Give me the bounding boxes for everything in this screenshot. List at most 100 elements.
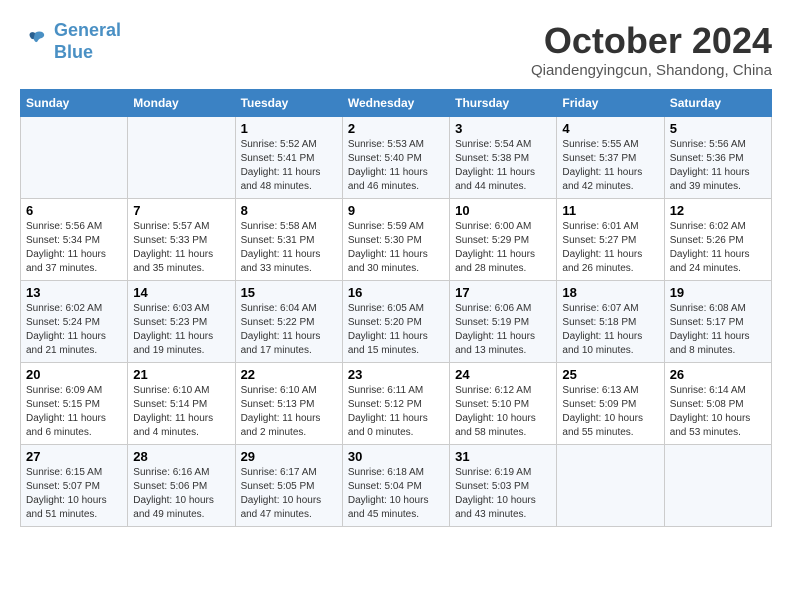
calendar-cell: 19Sunrise: 6:08 AM Sunset: 5:17 PM Dayli…	[664, 281, 771, 363]
calendar-cell: 25 Sunrise: 6:13 AM Sunset: 5:09 PM Dayli…	[557, 363, 664, 445]
calendar-cell: 30 Sunrise: 6:18 AM Sunset: 5:04 PM Dayli…	[342, 445, 449, 527]
day-number: 7	[133, 203, 229, 218]
weekday-header-wednesday: Wednesday	[342, 90, 449, 117]
day-info: Sunrise: 5:56 AM Sunset: 5:36 PM Dayligh…	[670, 138, 766, 194]
day-info: Sunrise: 6:18 AM Sunset: 5:04 PM Dayligh…	[348, 466, 444, 522]
page-header: General Blue October 2024 Qiandengyingcu…	[20, 20, 772, 79]
weekday-header-monday: Monday	[128, 90, 235, 117]
weekday-header-tuesday: Tuesday	[235, 90, 342, 117]
day-number: 19	[670, 285, 766, 300]
calendar-cell	[664, 445, 771, 527]
day-info: Sunrise: 6:01 AM Sunset: 5:27 PM Dayligh…	[562, 220, 658, 276]
day-number: 20	[26, 367, 122, 382]
day-info: Sunrise: 6:02 AM Sunset: 5:24 PM Dayligh…	[26, 302, 122, 358]
day-number: 11	[562, 203, 658, 218]
day-number: 16	[348, 285, 444, 300]
calendar-cell: 8 Sunrise: 5:58 AM Sunset: 5:31 PM Daylig…	[235, 199, 342, 281]
day-number: 21	[133, 367, 229, 382]
calendar-cell	[21, 117, 128, 199]
calendar-cell: 12Sunrise: 6:02 AM Sunset: 5:26 PM Dayli…	[664, 199, 771, 281]
week-row-5: 27 Sunrise: 6:15 AM Sunset: 5:07 PM Dayli…	[21, 445, 772, 527]
calendar-cell: 11 Sunrise: 6:01 AM Sunset: 5:27 PM Dayli…	[557, 199, 664, 281]
calendar-cell: 13Sunrise: 6:02 AM Sunset: 5:24 PM Dayli…	[21, 281, 128, 363]
day-info: Sunrise: 6:09 AM Sunset: 5:15 PM Dayligh…	[26, 384, 122, 440]
logo-line2: Blue	[54, 42, 121, 64]
day-info: Sunrise: 6:10 AM Sunset: 5:14 PM Dayligh…	[133, 384, 229, 440]
weekday-header-thursday: Thursday	[450, 90, 557, 117]
day-number: 6	[26, 203, 122, 218]
calendar-cell: 27 Sunrise: 6:15 AM Sunset: 5:07 PM Dayli…	[21, 445, 128, 527]
location: Qiandengyingcun, Shandong, China	[531, 62, 772, 79]
calendar-cell: 21 Sunrise: 6:10 AM Sunset: 5:14 PM Dayli…	[128, 363, 235, 445]
day-info: Sunrise: 6:10 AM Sunset: 5:13 PM Dayligh…	[241, 384, 337, 440]
calendar-cell: 18Sunrise: 6:07 AM Sunset: 5:18 PM Dayli…	[557, 281, 664, 363]
week-row-2: 6 Sunrise: 5:56 AM Sunset: 5:34 PM Daylig…	[21, 199, 772, 281]
week-row-1: 1 Sunrise: 5:52 AM Sunset: 5:41 PM Daylig…	[21, 117, 772, 199]
calendar-cell: 26 Sunrise: 6:14 AM Sunset: 5:08 PM Dayli…	[664, 363, 771, 445]
calendar-cell: 31 Sunrise: 6:19 AM Sunset: 5:03 PM Dayli…	[450, 445, 557, 527]
calendar-cell: 23 Sunrise: 6:11 AM Sunset: 5:12 PM Dayli…	[342, 363, 449, 445]
day-number: 24	[455, 367, 551, 382]
calendar-cell: 17Sunrise: 6:06 AM Sunset: 5:19 PM Dayli…	[450, 281, 557, 363]
weekday-header-saturday: Saturday	[664, 90, 771, 117]
day-info: Sunrise: 6:14 AM Sunset: 5:08 PM Dayligh…	[670, 384, 766, 440]
calendar-cell: 5 Sunrise: 5:56 AM Sunset: 5:36 PM Daylig…	[664, 117, 771, 199]
day-number: 1	[241, 121, 337, 136]
day-number: 10	[455, 203, 551, 218]
calendar-cell: 3 Sunrise: 5:54 AM Sunset: 5:38 PM Daylig…	[450, 117, 557, 199]
weekday-header-friday: Friday	[557, 90, 664, 117]
day-number: 29	[241, 449, 337, 464]
logo-icon	[20, 27, 50, 57]
calendar-cell	[128, 117, 235, 199]
calendar-cell: 20 Sunrise: 6:09 AM Sunset: 5:15 PM Dayli…	[21, 363, 128, 445]
day-number: 30	[348, 449, 444, 464]
calendar-cell: 28Sunrise: 6:16 AM Sunset: 5:06 PM Dayli…	[128, 445, 235, 527]
day-info: Sunrise: 6:15 AM Sunset: 5:07 PM Dayligh…	[26, 466, 122, 522]
day-number: 17	[455, 285, 551, 300]
day-info: Sunrise: 6:17 AM Sunset: 5:05 PM Dayligh…	[241, 466, 337, 522]
day-number: 18	[562, 285, 658, 300]
day-info: Sunrise: 6:19 AM Sunset: 5:03 PM Dayligh…	[455, 466, 551, 522]
day-number: 5	[670, 121, 766, 136]
day-info: Sunrise: 6:11 AM Sunset: 5:12 PM Dayligh…	[348, 384, 444, 440]
calendar-table: SundayMondayTuesdayWednesdayThursdayFrid…	[20, 89, 772, 527]
day-number: 14	[133, 285, 229, 300]
day-info: Sunrise: 6:12 AM Sunset: 5:10 PM Dayligh…	[455, 384, 551, 440]
day-number: 27	[26, 449, 122, 464]
calendar-cell	[557, 445, 664, 527]
day-info: Sunrise: 6:13 AM Sunset: 5:09 PM Dayligh…	[562, 384, 658, 440]
day-info: Sunrise: 5:53 AM Sunset: 5:40 PM Dayligh…	[348, 138, 444, 194]
weekday-header-row: SundayMondayTuesdayWednesdayThursdayFrid…	[21, 90, 772, 117]
calendar-cell: 14 Sunrise: 6:03 AM Sunset: 5:23 PM Dayli…	[128, 281, 235, 363]
day-number: 23	[348, 367, 444, 382]
day-number: 9	[348, 203, 444, 218]
day-info: Sunrise: 5:57 AM Sunset: 5:33 PM Dayligh…	[133, 220, 229, 276]
calendar-cell: 22Sunrise: 6:10 AM Sunset: 5:13 PM Dayli…	[235, 363, 342, 445]
day-number: 26	[670, 367, 766, 382]
day-info: Sunrise: 6:03 AM Sunset: 5:23 PM Dayligh…	[133, 302, 229, 358]
day-number: 3	[455, 121, 551, 136]
calendar-cell: 9 Sunrise: 5:59 AM Sunset: 5:30 PM Daylig…	[342, 199, 449, 281]
title-block: October 2024 Qiandengyingcun, Shandong, …	[531, 20, 772, 79]
day-number: 8	[241, 203, 337, 218]
calendar-cell: 10 Sunrise: 6:00 AM Sunset: 5:29 PM Dayli…	[450, 199, 557, 281]
calendar-cell: 2 Sunrise: 5:53 AM Sunset: 5:40 PM Daylig…	[342, 117, 449, 199]
day-info: Sunrise: 6:00 AM Sunset: 5:29 PM Dayligh…	[455, 220, 551, 276]
day-info: Sunrise: 6:05 AM Sunset: 5:20 PM Dayligh…	[348, 302, 444, 358]
day-info: Sunrise: 5:58 AM Sunset: 5:31 PM Dayligh…	[241, 220, 337, 276]
day-info: Sunrise: 5:59 AM Sunset: 5:30 PM Dayligh…	[348, 220, 444, 276]
day-number: 31	[455, 449, 551, 464]
day-info: Sunrise: 6:02 AM Sunset: 5:26 PM Dayligh…	[670, 220, 766, 276]
week-row-3: 13Sunrise: 6:02 AM Sunset: 5:24 PM Dayli…	[21, 281, 772, 363]
week-row-4: 20 Sunrise: 6:09 AM Sunset: 5:15 PM Dayli…	[21, 363, 772, 445]
weekday-header-sunday: Sunday	[21, 90, 128, 117]
calendar-cell: 6 Sunrise: 5:56 AM Sunset: 5:34 PM Daylig…	[21, 199, 128, 281]
day-info: Sunrise: 5:56 AM Sunset: 5:34 PM Dayligh…	[26, 220, 122, 276]
day-info: Sunrise: 5:54 AM Sunset: 5:38 PM Dayligh…	[455, 138, 551, 194]
day-number: 25	[562, 367, 658, 382]
day-info: Sunrise: 6:04 AM Sunset: 5:22 PM Dayligh…	[241, 302, 337, 358]
day-number: 4	[562, 121, 658, 136]
logo: General Blue	[20, 20, 121, 63]
day-number: 2	[348, 121, 444, 136]
day-info: Sunrise: 5:52 AM Sunset: 5:41 PM Dayligh…	[241, 138, 337, 194]
